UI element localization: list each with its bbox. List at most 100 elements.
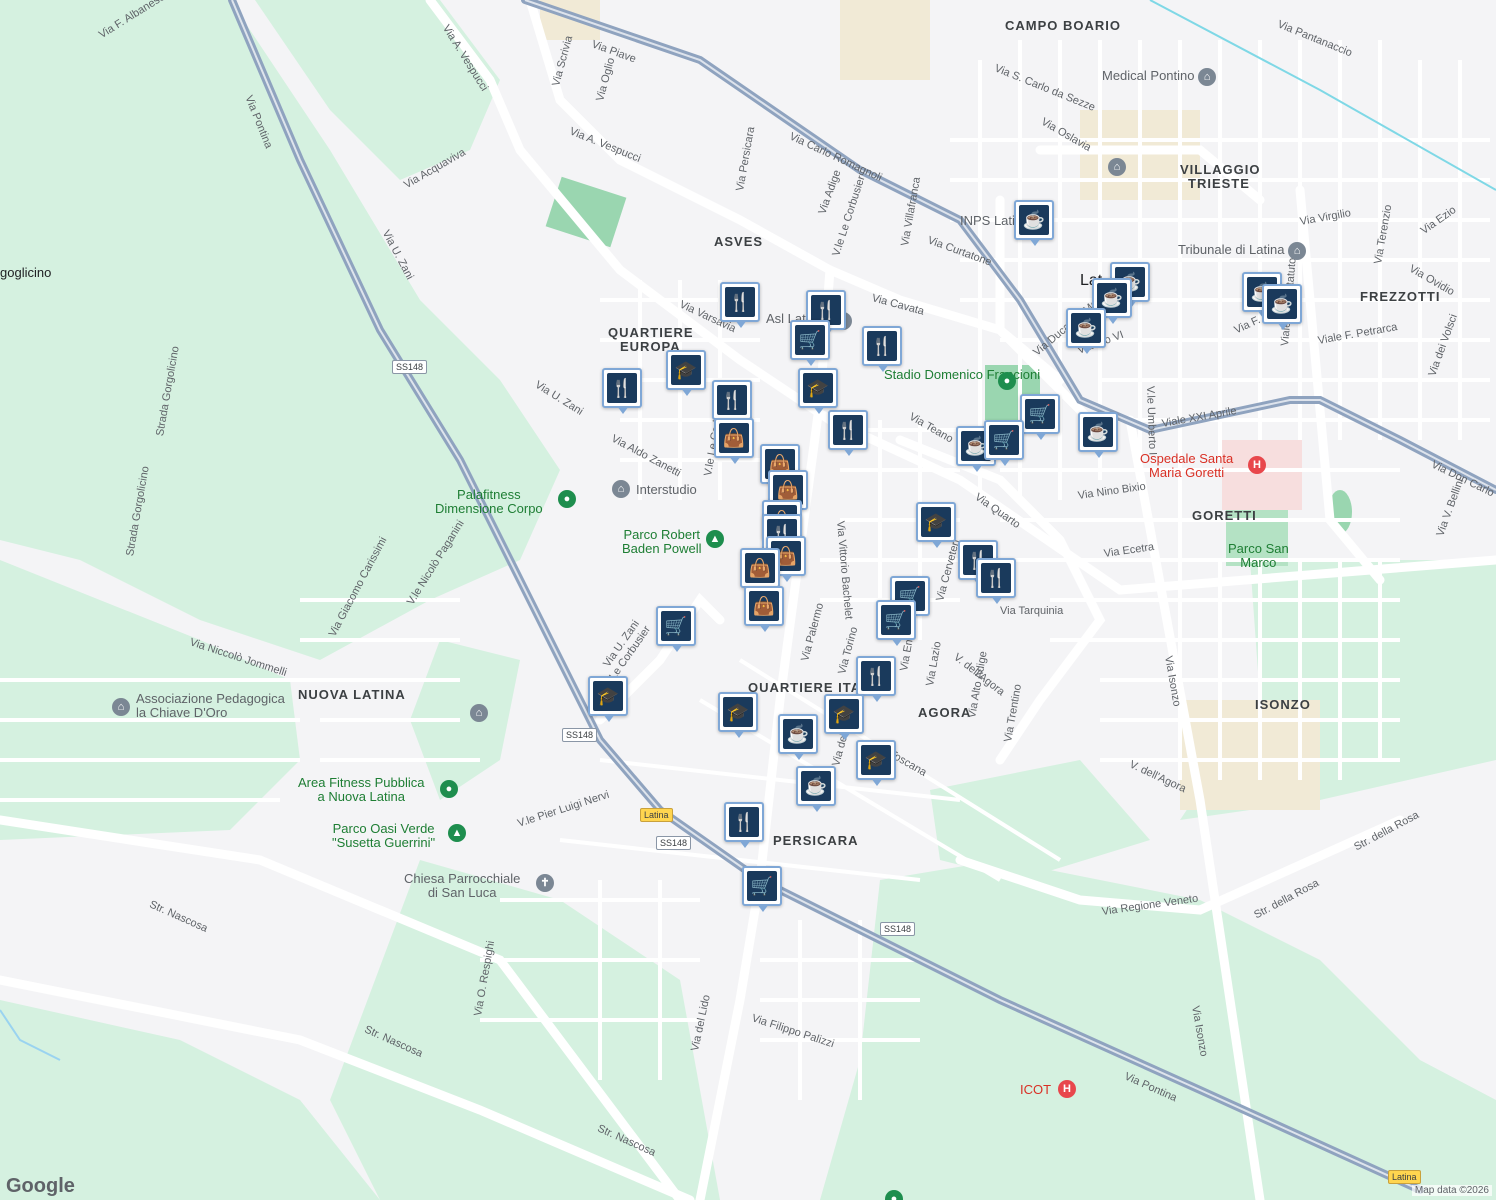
restaurant-icon: 🍴	[833, 415, 863, 445]
street-label: Via Tarquinia	[1000, 605, 1064, 617]
grocery-pin[interactable]: 🛒	[876, 600, 916, 646]
place-label[interactable]: ICOT	[1020, 1083, 1051, 1097]
cafe-icon: ☕	[783, 719, 813, 749]
map-attribution[interactable]: Map data ©2026	[1411, 1185, 1492, 1196]
restaurant-pin[interactable]: 🍴	[862, 326, 902, 372]
park-icon[interactable]: ▲	[448, 824, 466, 842]
place-label[interactable]: Medical Pontino ⌂	[1102, 68, 1217, 86]
shopping-bag-icon: 👜	[745, 553, 775, 583]
place-label[interactable]: Tribunale di Latina ⌂	[1178, 242, 1307, 260]
grocery-pin[interactable]: 🛒	[656, 606, 696, 652]
building-icon: ⌂	[1288, 242, 1307, 260]
cafe-icon: ☕	[801, 771, 831, 801]
grocery-pin[interactable]: 🛒	[790, 320, 830, 366]
restaurant-icon: 🍴	[717, 385, 747, 415]
area-label: NUOVA LATINA	[298, 687, 406, 702]
school-icon: 🎓	[803, 373, 833, 403]
place-label[interactable]: Parco Oasi Verde "Susetta Guerrini"	[332, 822, 435, 850]
school-pin[interactable]: 🎓	[666, 350, 706, 396]
school-icon[interactable]: ⌂	[112, 698, 130, 716]
fitness-icon[interactable]: ●	[558, 490, 576, 508]
place-label[interactable]: Parco Robert Baden Powell	[622, 528, 702, 556]
place-label[interactable]: Ospedale Santa Maria Goretti	[1140, 452, 1233, 480]
area-label: ISONZO	[1255, 697, 1311, 712]
area-label: TRIESTE	[1188, 176, 1250, 191]
shopping-pin[interactable]: 👜	[744, 586, 784, 632]
grocery-pin[interactable]: 🛒	[1020, 394, 1060, 440]
school-icon: 🎓	[671, 355, 701, 385]
area-label: AGORA	[918, 705, 972, 720]
park-icon[interactable]: ▲	[706, 530, 724, 548]
school-icon: 🎓	[723, 697, 753, 727]
restaurant-pin[interactable]: 🍴	[712, 380, 752, 426]
school-icon: 🎓	[861, 745, 891, 775]
grocery-cart-icon: 🛒	[661, 611, 691, 641]
restaurant-icon: 🍴	[867, 331, 897, 361]
area-label: QUARTIERE	[608, 325, 694, 340]
restaurant-icon: 🍴	[607, 373, 637, 403]
church-icon[interactable]: ✝	[536, 874, 554, 892]
restaurant-pin[interactable]: 🍴	[828, 410, 868, 456]
map-canvas[interactable]: CAMPO BOARIO VILLAGGIO TRIESTE ASVES QUA…	[0, 0, 1496, 1200]
area-label: QUARTIERE ITA	[748, 680, 862, 695]
place-label[interactable]: Parco San Marco	[1228, 542, 1289, 570]
restaurant-icon: 🍴	[981, 563, 1011, 593]
restaurant-pin[interactable]: 🍴	[724, 802, 764, 848]
restaurant-icon: 🍴	[725, 287, 755, 317]
school-pin[interactable]: 🎓	[916, 502, 956, 548]
restaurant-pin[interactable]: 🍴	[720, 282, 760, 328]
cafe-pin[interactable]: ☕	[1066, 308, 1106, 354]
shopping-pin[interactable]: 👜	[714, 418, 754, 464]
cafe-pin[interactable]: ☕	[778, 714, 818, 760]
school-pin[interactable]: 🎓	[824, 694, 864, 740]
grocery-pin[interactable]: 🛒	[984, 420, 1024, 466]
restaurant-pin[interactable]: 🍴	[856, 656, 896, 702]
cafe-icon: ☕	[1019, 205, 1049, 235]
restaurant-icon: 🍴	[729, 807, 759, 837]
school-icon: 🎓	[593, 681, 623, 711]
place-label[interactable]: Interstudio	[636, 483, 697, 497]
stadium-icon[interactable]: ●	[998, 372, 1016, 390]
school-icon[interactable]: ⌂	[612, 480, 630, 498]
restaurant-icon: 🍴	[861, 661, 891, 691]
place-label[interactable]: Area Fitness Pubblica a Nuova Latina	[298, 776, 424, 804]
place-label[interactable]: Stadio Domenico Francioni	[884, 368, 1040, 382]
cafe-pin[interactable]: ☕	[1078, 412, 1118, 458]
place-label[interactable]: Chiesa Parrocchiale di San Luca	[404, 872, 520, 900]
grocery-cart-icon: 🛒	[881, 605, 911, 635]
school-pin[interactable]: 🎓	[588, 676, 628, 722]
building-icon[interactable]: ⌂	[1108, 158, 1126, 176]
highway-shield: SS148	[392, 360, 428, 374]
area-label: ASVES	[714, 234, 764, 249]
cafe-pin[interactable]: ☕	[1262, 284, 1302, 330]
fitness-icon[interactable]: ●	[440, 780, 458, 798]
area-label: FREZZOTTI	[1360, 289, 1441, 304]
school-pin[interactable]: 🎓	[718, 692, 758, 738]
hospital-icon[interactable]: H	[1058, 1080, 1076, 1098]
school-icon[interactable]: ⌂	[470, 704, 488, 722]
place-label[interactable]: goglicino	[0, 266, 51, 280]
place-label[interactable]: Associazione Pedagogica la Chiave D'Oro	[136, 692, 285, 720]
grocery-cart-icon: 🛒	[989, 425, 1019, 455]
shopping-pin[interactable]: 👜	[740, 548, 780, 594]
area-label: CAMPO BOARIO	[1005, 18, 1121, 33]
school-pin[interactable]: 🎓	[798, 368, 838, 414]
restaurant-pin[interactable]: 🍴	[602, 368, 642, 414]
school-icon: 🎓	[921, 507, 951, 537]
area-label: PERSICARA	[773, 833, 859, 848]
highway-shield: Latina	[640, 808, 673, 822]
highway-shield: SS148	[880, 922, 916, 936]
place-label[interactable]: Palafitness Dimensione Corpo	[435, 488, 543, 516]
cafe-pin[interactable]: ☕	[1014, 200, 1054, 246]
shopping-bag-icon: 👜	[749, 591, 779, 621]
grocery-pin[interactable]: 🛒	[742, 866, 782, 912]
hospital-building-icon: ⌂	[1198, 68, 1217, 86]
area-label: GORETTI	[1192, 508, 1257, 523]
highway-shield: SS148	[656, 836, 692, 850]
google-logo: Google	[6, 1175, 75, 1197]
cafe-pin[interactable]: ☕	[796, 766, 836, 812]
hospital-icon[interactable]: H	[1248, 456, 1266, 474]
school-pin[interactable]: 🎓	[856, 740, 896, 786]
restaurant-pin[interactable]: 🍴	[976, 558, 1016, 604]
street-label: V.le Umberto I	[1144, 385, 1159, 456]
